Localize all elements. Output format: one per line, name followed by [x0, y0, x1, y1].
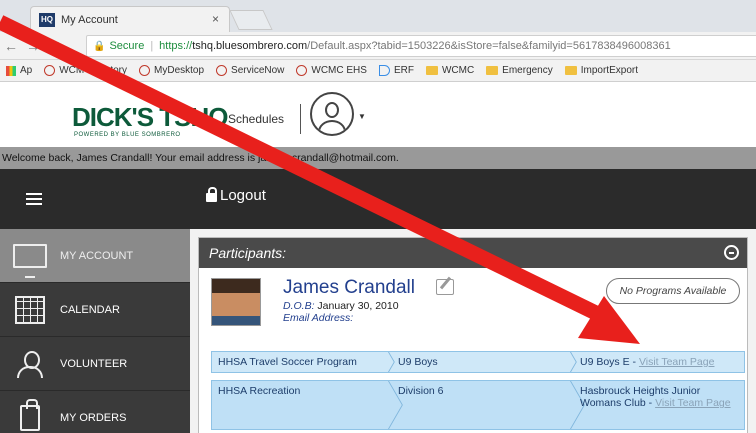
- program-name: HHSA Recreation: [218, 385, 301, 397]
- participant-dob: D.O.B: January 30, 2010: [283, 300, 399, 312]
- row-separator: [560, 352, 574, 372]
- url-host: tshq.bluesombrero.com: [192, 40, 308, 52]
- folder-icon: [486, 66, 499, 75]
- bookmark-erf[interactable]: ERF: [378, 65, 414, 76]
- bookmark-mydesktop[interactable]: MyDesktop: [139, 65, 204, 76]
- address-bar[interactable]: 🔒 Secure | https:// tshq.bluesombrero.co…: [86, 35, 756, 57]
- url-scheme: https://: [159, 40, 193, 52]
- bookmark-wcmc-ehs[interactable]: WCMC EHS: [296, 65, 367, 76]
- sidebar-item-label: MY ACCOUNT: [60, 249, 134, 262]
- lock-icon: 🔒: [93, 40, 106, 52]
- site-header: DICK'S TSHQ POWERED BY BLUE SOMBRERO Sch…: [0, 82, 756, 147]
- sidebar-item-label: MY ORDERS: [60, 411, 127, 424]
- logout-button[interactable]: Logout: [206, 187, 266, 204]
- program-team: U9 Boys E - Visit Team Page: [580, 356, 715, 368]
- bookmark-wcmc[interactable]: WCMC: [425, 65, 474, 76]
- edit-icon[interactable]: [436, 279, 454, 295]
- program-team: Hasbrouck Heights Junior Womans Club - V…: [580, 385, 731, 409]
- collapse-icon[interactable]: [724, 245, 739, 260]
- url-path: /Default.aspx?tabid=1503226&isStore=fals…: [307, 40, 671, 52]
- volunteer-icon: [17, 350, 43, 378]
- browser-tab[interactable]: HQ My Account ×: [30, 6, 230, 32]
- avatar-head: [325, 102, 339, 118]
- sidebar-item-volunteer[interactable]: VOLUNTEER: [0, 337, 190, 391]
- program-name: HHSA Travel Soccer Program: [218, 356, 357, 368]
- sidebar: MY ACCOUNT CALENDAR VOLUNTEER MY ORDERS: [0, 229, 190, 433]
- visit-team-page-link[interactable]: Visit Team Page: [655, 397, 731, 409]
- favicon-icon: HQ: [39, 12, 55, 27]
- bookmark-site-icon: [139, 65, 151, 76]
- header-divider: [300, 104, 301, 134]
- forward-arrow-icon[interactable]: →: [22, 38, 44, 54]
- visit-team-page-link[interactable]: Visit Team Page: [639, 356, 715, 368]
- program-row: HHSA Travel Soccer Program U9 Boys U9 Bo…: [211, 351, 745, 373]
- email-label: Email Address:: [283, 312, 354, 324]
- site-logo[interactable]: DICK'S TSHQ: [72, 102, 229, 133]
- browser-navbar: ← → ↻ 🔒 Secure | https:// tshq.bluesombr…: [0, 32, 756, 60]
- sidebar-item-my-account[interactable]: MY ACCOUNT: [0, 229, 190, 283]
- logo-tagline: POWERED BY BLUE SOMBRERO: [74, 132, 181, 138]
- bookmark-importexport[interactable]: ImportExport: [564, 65, 638, 76]
- main-content: Participants: James Crandall D.O.B: Janu…: [190, 229, 756, 433]
- program-division: U9 Boys: [398, 356, 438, 368]
- secure-label: Secure: [109, 40, 145, 52]
- dob-label: D.O.B:: [283, 300, 315, 312]
- bookmark-wcm-directory[interactable]: WCM Directory: [44, 65, 127, 76]
- no-programs-button[interactable]: No Programs Available: [606, 278, 740, 304]
- folder-icon: [425, 66, 438, 75]
- shopping-bag-icon: [20, 398, 40, 431]
- new-tab-button[interactable]: [229, 10, 273, 30]
- schedules-link[interactable]: Schedules: [228, 112, 284, 126]
- hamburger-menu-icon[interactable]: [26, 193, 42, 205]
- apps-grid-icon: [6, 65, 16, 76]
- participants-panel: Participants: James Crandall D.O.B: Janu…: [198, 237, 748, 433]
- row-separator: [378, 381, 392, 429]
- calendar-icon: [15, 295, 45, 324]
- bookmark-apps[interactable]: Ap: [6, 65, 32, 76]
- chevron-down-icon[interactable]: ▼: [358, 112, 366, 121]
- team-name: U9 Boys E: [580, 356, 630, 368]
- sidebar-item-calendar[interactable]: CALENDAR: [0, 283, 190, 337]
- panel-title: Participants:: [209, 245, 287, 261]
- app-topbar: Logout: [0, 169, 756, 229]
- program-row: HHSA Recreation Division 6 Hasbrouck Hei…: [211, 380, 745, 430]
- reload-icon[interactable]: ↻: [44, 37, 66, 54]
- tab-title: My Account: [61, 13, 118, 26]
- folder-icon: [564, 66, 577, 75]
- avatar-body: [318, 120, 346, 134]
- lock-icon: [206, 187, 217, 202]
- bookmark-site-icon: [44, 65, 56, 76]
- row-separator: [378, 352, 392, 372]
- participant-name[interactable]: James Crandall: [283, 277, 415, 299]
- dob-value: January 30, 2010: [314, 300, 399, 312]
- bookmark-site-icon: [296, 65, 308, 76]
- program-division: Division 6: [398, 385, 444, 397]
- sidebar-item-label: VOLUNTEER: [60, 357, 128, 370]
- url-separator: |: [150, 40, 154, 52]
- screenshot-root: HQ My Account × ← → ↻ 🔒 Secure | https:/…: [0, 0, 756, 433]
- bookmark-servicenow[interactable]: ServiceNow: [216, 65, 284, 76]
- participant-photo: [211, 278, 261, 326]
- close-tab-icon[interactable]: ×: [212, 12, 219, 26]
- bookmark-site-icon: [378, 65, 390, 76]
- sidebar-item-label: CALENDAR: [60, 303, 120, 316]
- logout-label: Logout: [220, 187, 266, 204]
- bookmarks-bar: Ap WCM Directory MyDesktop ServiceNow WC…: [0, 60, 756, 82]
- user-avatar-icon[interactable]: [310, 92, 354, 136]
- browser-tabstrip: HQ My Account ×: [0, 0, 756, 32]
- bookmark-site-icon: [216, 65, 228, 76]
- sidebar-item-my-orders[interactable]: MY ORDERS: [0, 391, 190, 433]
- bookmark-emergency[interactable]: Emergency: [486, 65, 553, 76]
- welcome-message: Welcome back, James Crandall! Your email…: [0, 147, 756, 169]
- panel-header: Participants:: [199, 238, 747, 268]
- monitor-icon: [13, 243, 47, 278]
- row-separator: [560, 381, 574, 429]
- back-arrow-icon[interactable]: ←: [0, 38, 22, 54]
